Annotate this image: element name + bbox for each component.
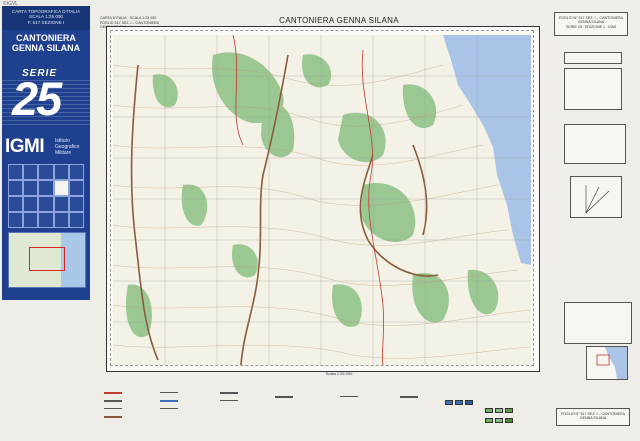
index-cell xyxy=(68,164,84,180)
index-cell xyxy=(23,212,39,228)
igmi-sub-3: Militare xyxy=(55,150,72,156)
index-cell xyxy=(38,212,54,228)
location-inset-map xyxy=(8,232,86,288)
info-box-1 xyxy=(564,52,622,64)
legend-road-symbol xyxy=(104,392,122,394)
location-diagram-box xyxy=(586,346,628,380)
bottom-scale-caption: Scala 1:25 000 xyxy=(325,371,353,376)
topographic-map[interactable] xyxy=(113,35,531,365)
legend-symbol-11 xyxy=(400,396,418,398)
index-cell xyxy=(8,212,24,228)
info-box-3 xyxy=(564,124,626,164)
legend-symbol-3 xyxy=(104,416,122,418)
legend-symbol-2 xyxy=(104,408,122,409)
sheet-index-grid xyxy=(8,164,84,228)
sheet-id-box: FOGLIO N° 517 SEZ. I – CANTONIERA GENNA … xyxy=(554,12,628,36)
inset-selection xyxy=(29,247,65,271)
cover-panel: CARTA TOPOGRAFICA D'ITALIA SCALA 1:25 00… xyxy=(2,6,90,300)
index-cell xyxy=(23,180,39,196)
legend-symbol-7 xyxy=(220,392,238,394)
magnetic-diagram-box xyxy=(570,176,622,218)
grid-reference-box xyxy=(564,302,632,344)
index-cell xyxy=(68,180,84,196)
index-cell xyxy=(8,196,24,212)
sheet-id-bottom-2: GENNA SILANA xyxy=(579,416,607,421)
legend-symbol-8 xyxy=(220,400,238,401)
right-info-column: FOGLIO N° 517 SEZ. I – CANTONIERA GENNA … xyxy=(542,12,636,432)
location-diagram xyxy=(596,347,627,379)
index-cell xyxy=(68,212,84,228)
index-cell xyxy=(38,164,54,180)
index-cell xyxy=(8,164,24,180)
serie-number: 25 xyxy=(12,72,62,125)
legend-symbol-9 xyxy=(275,396,293,398)
legend-symbol-5 xyxy=(160,400,178,402)
index-cell xyxy=(53,212,69,228)
index-cell xyxy=(68,196,84,212)
index-cell xyxy=(23,196,39,212)
legend-symbol-10 xyxy=(340,396,358,397)
sheet-id-box-bottom: FOGLIO N° 517 SEZ. I – CANTONIERA GENNA … xyxy=(556,408,630,426)
index-cell xyxy=(23,164,39,180)
declination-diagram xyxy=(585,185,610,214)
sheet-label: F. 517 SEZIONE I xyxy=(27,19,65,25)
map-title: CANTONIERA GENNA SILANA xyxy=(279,16,399,25)
info-box-2 xyxy=(564,68,622,110)
index-cell xyxy=(53,164,69,180)
legend-symbol-1 xyxy=(104,400,122,402)
place-line-2: GENNA SILANA xyxy=(11,43,81,53)
index-cell xyxy=(8,180,24,196)
legend-symbol-6 xyxy=(160,408,178,409)
place-line-1: CANTONIERA xyxy=(16,33,76,43)
index-cell xyxy=(38,180,54,196)
index-cell xyxy=(53,180,69,196)
igmi-logo: IGMI xyxy=(5,136,45,157)
cover-header-text: CARTA TOPOGRAFICA D'ITALIA SCALA 1:25 00… xyxy=(6,9,86,25)
sheet-id-3: SERIE 25 · EDIZIONE 1 · IGMI xyxy=(566,24,616,29)
legend-symbol-4 xyxy=(160,392,178,393)
map-sheet: ©IGVL CARTA TOPOGRAFICA D'ITALIA SCALA 1… xyxy=(0,0,640,441)
cover-header: CARTA TOPOGRAFICA D'ITALIA SCALA 1:25 00… xyxy=(2,6,90,30)
place-name: CANTONIERA GENNA SILANA xyxy=(2,33,90,53)
index-cell xyxy=(38,196,54,212)
index-cell xyxy=(53,196,69,212)
bottom-legend xyxy=(100,378,540,438)
igmi-subtitle: Istituto Geografico Militare xyxy=(55,138,79,156)
